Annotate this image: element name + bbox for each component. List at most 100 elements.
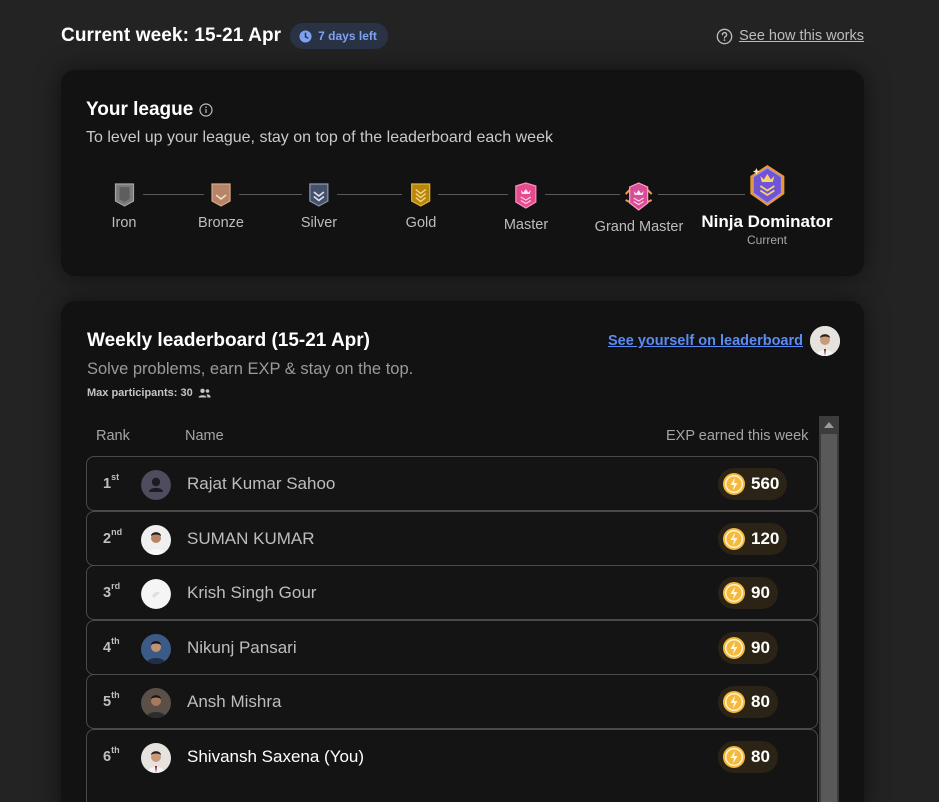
tier-silver: Silver — [301, 182, 337, 231]
table-row-you[interactable]: 6th Shivansh Saxena (You) 80 — [86, 728, 818, 802]
how-it-works-link[interactable]: See how this works — [716, 28, 864, 45]
master-badge-icon — [515, 182, 537, 209]
tier-name: Iron — [111, 215, 137, 231]
user-name: SUMAN KUMAR — [187, 528, 315, 548]
see-yourself: See yourself on leaderboard — [608, 326, 840, 356]
exp-value: 560 — [751, 474, 780, 493]
rank-number: 5 — [103, 693, 112, 710]
rank-cell: 4th — [103, 635, 120, 656]
default-user-icon — [141, 470, 171, 500]
user-name: Rajat Kumar Sahoo — [187, 474, 336, 493]
tier-connector — [143, 194, 204, 195]
rank-cell: 5th — [103, 690, 120, 710]
grand-master-badge-icon — [625, 182, 653, 211]
exp-badge: 90 — [718, 577, 778, 609]
avatar — [141, 633, 171, 664]
leaderboard-scrollbar[interactable] — [819, 416, 839, 802]
tier-grand-master: Grand Master — [594, 182, 684, 235]
rank-suffix: th — [111, 635, 120, 646]
user-name: Shivansh Saxena (You) — [187, 746, 365, 766]
days-left-text: 7 days left — [318, 29, 377, 43]
tier-name: Silver — [300, 215, 338, 231]
my-avatar[interactable] — [810, 326, 840, 356]
rank-cell: 6th — [103, 745, 120, 765]
exp-badge: 560 — [718, 468, 788, 500]
triangle-up-icon — [824, 422, 834, 428]
rank-suffix: th — [111, 690, 120, 700]
scroll-thumb[interactable] — [821, 434, 837, 802]
exp-badge: 80 — [718, 686, 778, 718]
rank-cell: 1st — [103, 472, 120, 492]
max-participants: Max participants: 30 — [87, 387, 211, 399]
avatar — [141, 742, 171, 773]
avatar — [141, 470, 171, 500]
bronze-badge-icon — [211, 183, 231, 207]
exp-value: 90 — [751, 637, 770, 657]
rank-suffix: st — [111, 472, 120, 482]
tier-connector — [337, 194, 402, 195]
lightning-icon — [723, 636, 745, 659]
scroll-up-arrow[interactable] — [819, 416, 839, 434]
help-circle-icon — [716, 28, 733, 44]
user-name: Nikunj Pansari — [187, 637, 297, 657]
leaderboard-rows: 1st Rajat Kumar Sahoo 560 2nd SUMAN KUMA… — [86, 456, 818, 802]
rank-number: 4 — [103, 639, 112, 656]
table-row[interactable]: 5th Ansh Mishra 80 — [86, 674, 818, 729]
exp-badge: 90 — [718, 631, 778, 664]
how-it-works-text: See how this works — [739, 28, 864, 44]
rank-number: 2 — [103, 530, 112, 547]
league-card: Your league To level up your league, sta… — [61, 70, 864, 276]
max-participants-text: Max participants: 30 — [87, 387, 193, 399]
user-photo-icon — [141, 524, 171, 555]
tier-name: Ninja Dominator — [701, 212, 833, 231]
tier-connector — [438, 194, 508, 195]
exp-badge: 120 — [718, 522, 788, 555]
tier-name: Master — [503, 217, 549, 233]
user-name: Krish Singh Gour — [187, 583, 317, 602]
table-row[interactable]: 2nd SUMAN KUMAR 120 — [86, 510, 818, 566]
week-header: Current week: 15-21 Apr 7 days left See … — [61, 21, 864, 51]
user-photo-icon — [141, 579, 171, 609]
user-photo-icon — [141, 742, 171, 773]
tier-connector — [239, 194, 302, 195]
page: Current week: 15-21 Apr 7 days left See … — [0, 0, 939, 802]
table-row[interactable]: 4th Nikunj Pansari 90 — [86, 619, 818, 675]
gold-badge-icon — [411, 183, 431, 207]
column-name: Name — [185, 428, 224, 444]
avatar — [141, 579, 171, 609]
iron-badge-icon — [114, 183, 134, 207]
tier-master: Master — [504, 182, 548, 233]
silver-badge-icon — [309, 183, 329, 207]
lightning-icon — [723, 582, 745, 604]
table-row[interactable]: 1st Rajat Kumar Sahoo 560 — [86, 456, 818, 511]
exp-value: 80 — [751, 692, 770, 711]
tier-bronze: Bronze — [198, 182, 244, 231]
lightning-icon — [723, 527, 745, 550]
exp-value: 120 — [751, 528, 780, 548]
clock-icon — [299, 29, 312, 43]
tier-gold: Gold — [405, 182, 437, 231]
tier-name: Gold — [405, 215, 437, 231]
rank-cell: 3rd — [103, 581, 121, 601]
user-photo-icon — [141, 688, 171, 718]
exp-value: 80 — [751, 746, 770, 766]
see-yourself-link[interactable]: See yourself on leaderboard — [608, 333, 803, 349]
lightning-icon — [723, 745, 745, 768]
tier-name: Grand Master — [594, 219, 684, 235]
rank-suffix: rd — [111, 581, 121, 591]
leaderboard-subtitle: Solve problems, earn EXP & stay on the t… — [87, 360, 414, 378]
avatar — [141, 524, 171, 555]
lightning-icon — [723, 691, 745, 713]
rank-cell: 2nd — [103, 527, 122, 547]
tier-iron: Iron — [112, 182, 137, 231]
exp-value: 90 — [751, 583, 770, 602]
table-row[interactable]: 3rd Krish Singh Gour 90 — [86, 565, 818, 620]
lightning-icon — [723, 473, 745, 495]
tier-name: Bronze — [198, 215, 244, 231]
rank-number: 6 — [103, 748, 112, 765]
week-title: Current week: 15-21 Apr — [61, 25, 282, 46]
column-rank: Rank — [96, 428, 130, 444]
user-name: Ansh Mishra — [187, 692, 282, 711]
user-photo-icon — [141, 633, 171, 664]
leaderboard-title: Weekly leaderboard (15-21 Apr) — [87, 330, 370, 351]
